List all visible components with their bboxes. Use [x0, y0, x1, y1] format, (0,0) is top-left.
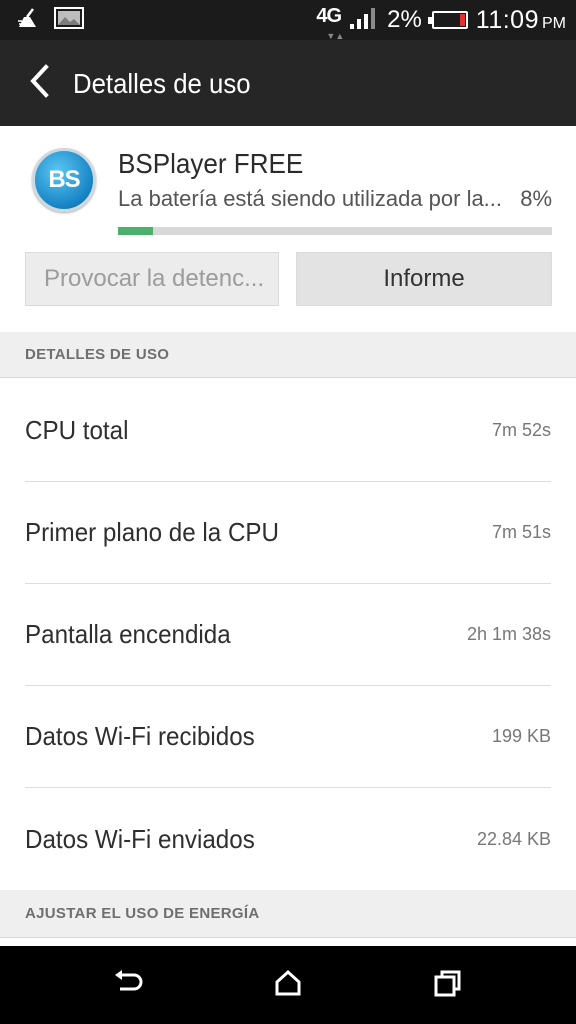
section-header-usage-details: DETALLES DE USO [0, 332, 576, 378]
network-indicator: 4G ▼▲ [316, 5, 344, 41]
section-header-adjust-power: AJUSTAR EL USO DE ENERGÍA [0, 890, 576, 938]
signal-icon [349, 6, 379, 35]
list-item: Primer plano de la CPU 7m 51s [25, 482, 551, 584]
navigation-bar [0, 946, 576, 1024]
status-bar: 4G ▼▲ 2% 11:09 PM [0, 0, 576, 41]
system-indicators: 4G ▼▲ 2% 11:09 PM [316, 0, 566, 41]
app-icon-text: BS [48, 166, 80, 193]
row-label: Datos Wi-Fi enviados [25, 823, 255, 854]
row-label: Datos Wi-Fi recibidos [25, 721, 255, 751]
app-icon: BS [32, 148, 96, 212]
back-button[interactable] [18, 62, 60, 104]
row-label: Pantalla encendida [25, 619, 231, 649]
force-stop-button[interactable]: Provocar la detenc... [25, 252, 279, 306]
battery-low-icon [427, 11, 468, 29]
clock-suffix: PM [542, 14, 566, 32]
battery-percent: 2% [387, 6, 422, 33]
usage-progress-fill [118, 227, 153, 235]
usage-progress-bar [118, 227, 552, 235]
app-name: BSPlayer FREE [118, 148, 304, 179]
usage-details-list: CPU total 7m 52s Primer plano de la CPU … [0, 380, 576, 890]
nav-recents-button[interactable] [423, 960, 473, 1010]
row-label: CPU total [25, 415, 129, 445]
notification-icons [16, 7, 84, 34]
clock: 11:09 PM [476, 6, 566, 35]
page-title: Detalles de uso [73, 68, 251, 99]
nav-home-button[interactable] [263, 960, 313, 1010]
list-item: Pantalla encendida 2h 1m 38s [25, 584, 551, 686]
recents-icon [434, 969, 462, 1002]
home-icon [274, 969, 302, 1002]
row-value: 199 KB [491, 726, 551, 746]
row-label: Primer plano de la CPU [25, 517, 280, 547]
list-item: CPU total 7m 52s [25, 380, 551, 482]
app-bar: Detalles de uso [0, 40, 576, 126]
usage-description: La batería está siendo utilizada por la.… [118, 186, 503, 211]
row-value: 7m 51s [491, 522, 551, 542]
image-icon [54, 7, 84, 34]
list-item: Datos Wi-Fi enviados 22.84 KB [25, 788, 551, 890]
row-value: 2h 1m 38s [466, 624, 551, 644]
chevron-left-icon [28, 63, 50, 103]
app-usage-summary: La batería está siendo utilizada por la.… [118, 186, 552, 212]
list-item: Datos Wi-Fi recibidos 199 KB [25, 686, 551, 788]
network-type: 4G [316, 4, 342, 27]
report-button[interactable]: Informe [296, 252, 552, 306]
back-icon [112, 969, 144, 1002]
nav-back-button[interactable] [103, 960, 153, 1010]
data-arrows-icon: ▼▲ [326, 30, 345, 41]
usage-percent: 8% [520, 186, 552, 211]
row-value: 22.84 KB [476, 828, 551, 849]
clock-time: 11:09 [475, 5, 539, 34]
cleaner-icon [16, 7, 40, 34]
row-value: 7m 52s [491, 420, 551, 440]
app-header: BS BSPlayer FREE La batería está siendo … [0, 126, 576, 332]
